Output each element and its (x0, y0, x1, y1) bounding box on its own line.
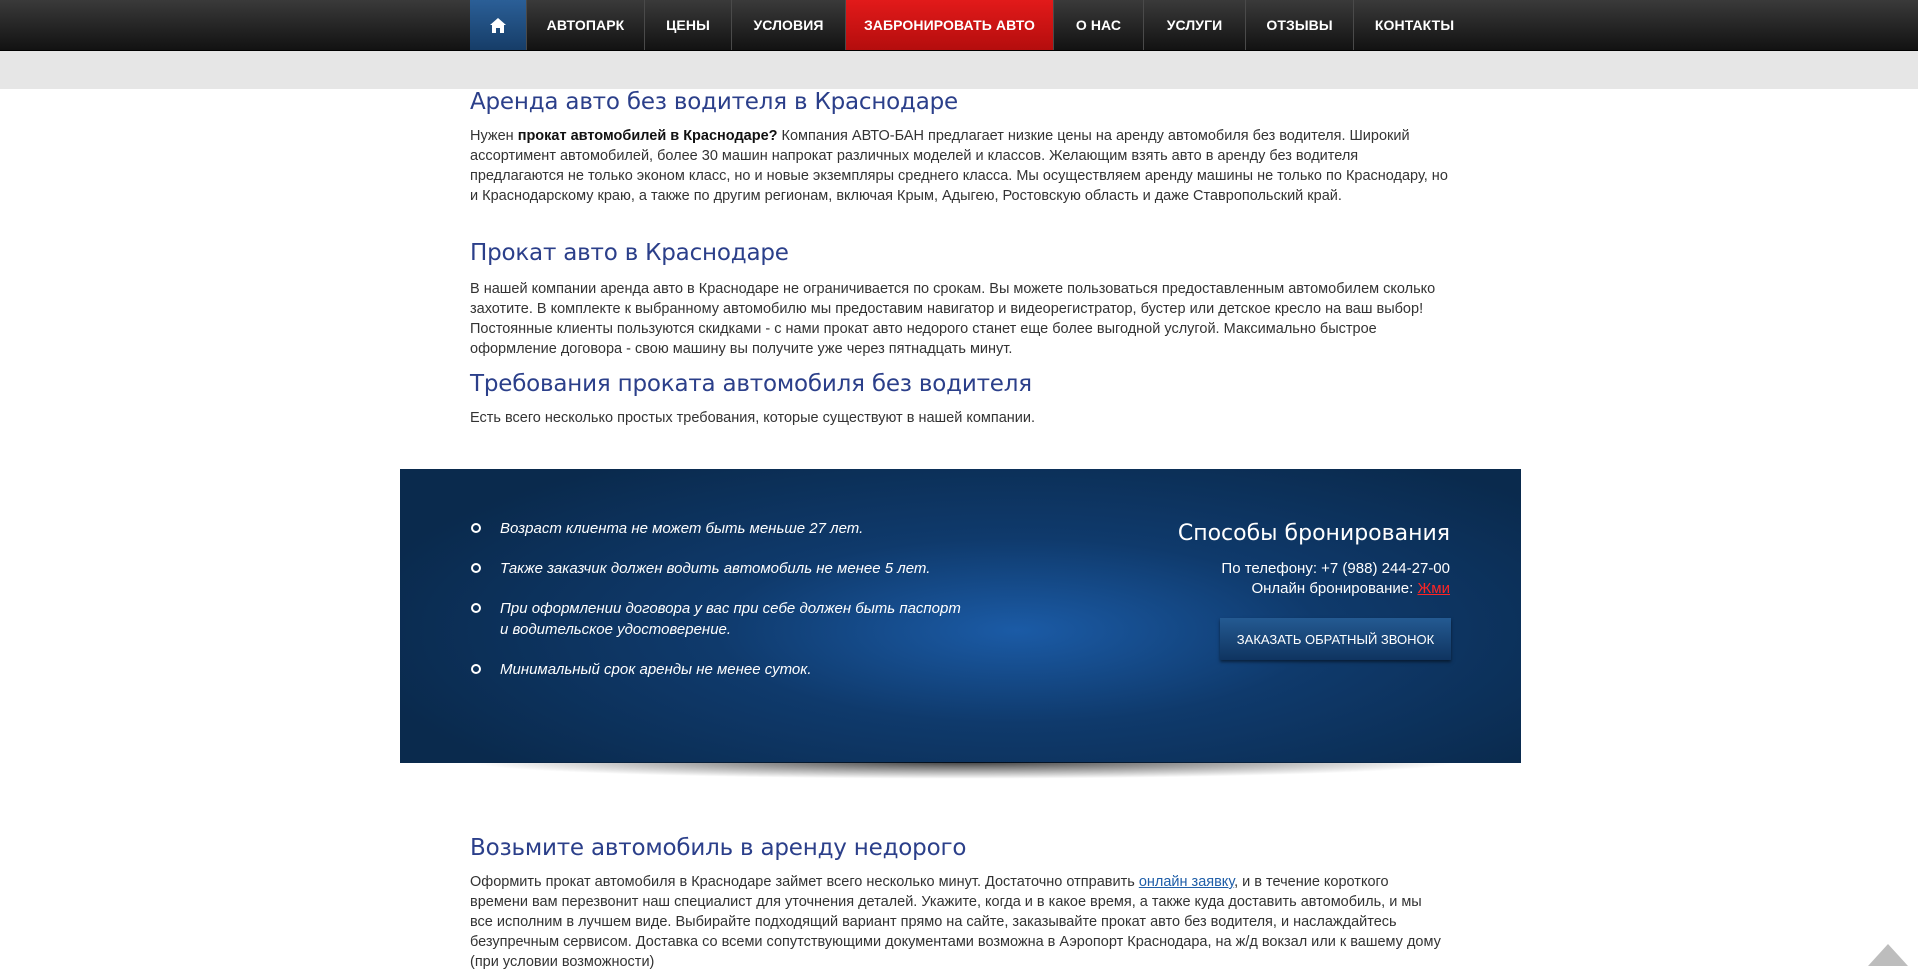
bullet-icon (471, 523, 481, 533)
booking-title: Способы бронирования (1177, 521, 1450, 546)
section-rental-krasnodar: Прокат авто в Краснодаре В нашей компани… (470, 239, 1448, 359)
list-item-text: Возраст клиента не может быть меньше 27 … (500, 520, 864, 537)
nav-item-services[interactable]: УСЛУГИ (1143, 0, 1245, 50)
list-item-text: Минимальный срок аренды не менее суток. (500, 661, 812, 678)
main-nav: АВТОПАРК ЦЕНЫ УСЛОВИЯ ЗАБРОНИРОВАТЬ АВТО… (470, 0, 1475, 50)
list-item: Возраст клиента не может быть меньше 27 … (470, 518, 990, 539)
paragraph-bold-text: прокат автомобилей в Краснодаре? (517, 128, 778, 144)
booking-online: Онлайн бронирование: Жми (1120, 579, 1450, 599)
bullet-icon (471, 563, 481, 573)
section-rental-intro: Аренда авто без водителя в Краснодаре Ну… (470, 88, 1448, 206)
section-heading: Аренда авто без водителя в Краснодаре (470, 89, 958, 115)
nav-home-button[interactable] (470, 0, 526, 50)
booking-phone: По телефону: +7 (988) 244-27-00 (1221, 560, 1450, 577)
section-heading: Прокат авто в Краснодаре (470, 240, 789, 266)
nav-item-reviews[interactable]: ОТЗЫВЫ (1245, 0, 1353, 50)
paragraph-text: Нужен (470, 128, 518, 144)
section-heading: Возьмите автомобиль в аренду недорого (470, 835, 967, 861)
list-item: Минимальный срок аренды не менее суток. (470, 659, 990, 680)
booking-online-label: Онлайн бронирование: (1251, 580, 1418, 597)
arrow-up-icon[interactable] (1868, 944, 1908, 966)
list-item: Также заказчик должен водить автомобиль … (470, 558, 990, 579)
callback-button[interactable]: ЗАКАЗАТЬ ОБРАТНЫЙ ЗВОНОК (1220, 618, 1451, 660)
booking-online-link[interactable]: Жми (1417, 580, 1450, 597)
nav-item-prices[interactable]: ЦЕНЫ (644, 0, 731, 50)
paragraph-text: Оформить прокат автомобиля в Краснодаре … (470, 874, 1139, 890)
nav-item-conditions[interactable]: УСЛОВИЯ (731, 0, 845, 50)
section-cheap-rental: Возьмите автомобиль в аренду недорого Оф… (470, 834, 1448, 972)
online-request-link[interactable]: онлайн заявку (1139, 874, 1234, 890)
section-paragraph: Есть всего несколько простых требования,… (470, 410, 1036, 426)
list-item-text: Также заказчик должен водить автомобиль … (500, 560, 931, 577)
list-item-text: При оформлении договора у вас при себе д… (500, 600, 961, 638)
nav-item-about[interactable]: О НАС (1053, 0, 1143, 50)
section-requirements: Требования проката автомобиля без водите… (470, 370, 1448, 428)
requirements-list: Возраст клиента не может быть меньше 27 … (470, 518, 990, 680)
banner-shadow (470, 762, 1456, 790)
bullet-icon (471, 664, 481, 674)
list-item: При оформлении договора у вас при себе д… (470, 598, 970, 640)
section-heading: Требования проката автомобиля без водите… (470, 371, 1032, 397)
section-paragraph: В нашей компании аренда авто в Краснодар… (470, 281, 1436, 357)
nav-item-contacts[interactable]: КОНТАКТЫ (1353, 0, 1475, 50)
section-paragraph: Оформить прокат автомобиля в Краснодаре … (470, 872, 1448, 972)
home-icon (490, 17, 506, 33)
section-paragraph: Нужен прокат автомобилей в Краснодаре? К… (470, 126, 1448, 206)
nav-item-fleet[interactable]: АВТОПАРК (526, 0, 644, 50)
bullet-icon (471, 603, 481, 613)
sub-bar (0, 51, 1918, 89)
booking-methods: Способы бронирования По телефону: +7 (98… (1120, 519, 1450, 599)
nav-item-book-car[interactable]: ЗАБРОНИРОВАТЬ АВТО (845, 0, 1053, 50)
top-navigation-bar: АВТОПАРК ЦЕНЫ УСЛОВИЯ ЗАБРОНИРОВАТЬ АВТО… (0, 0, 1918, 51)
